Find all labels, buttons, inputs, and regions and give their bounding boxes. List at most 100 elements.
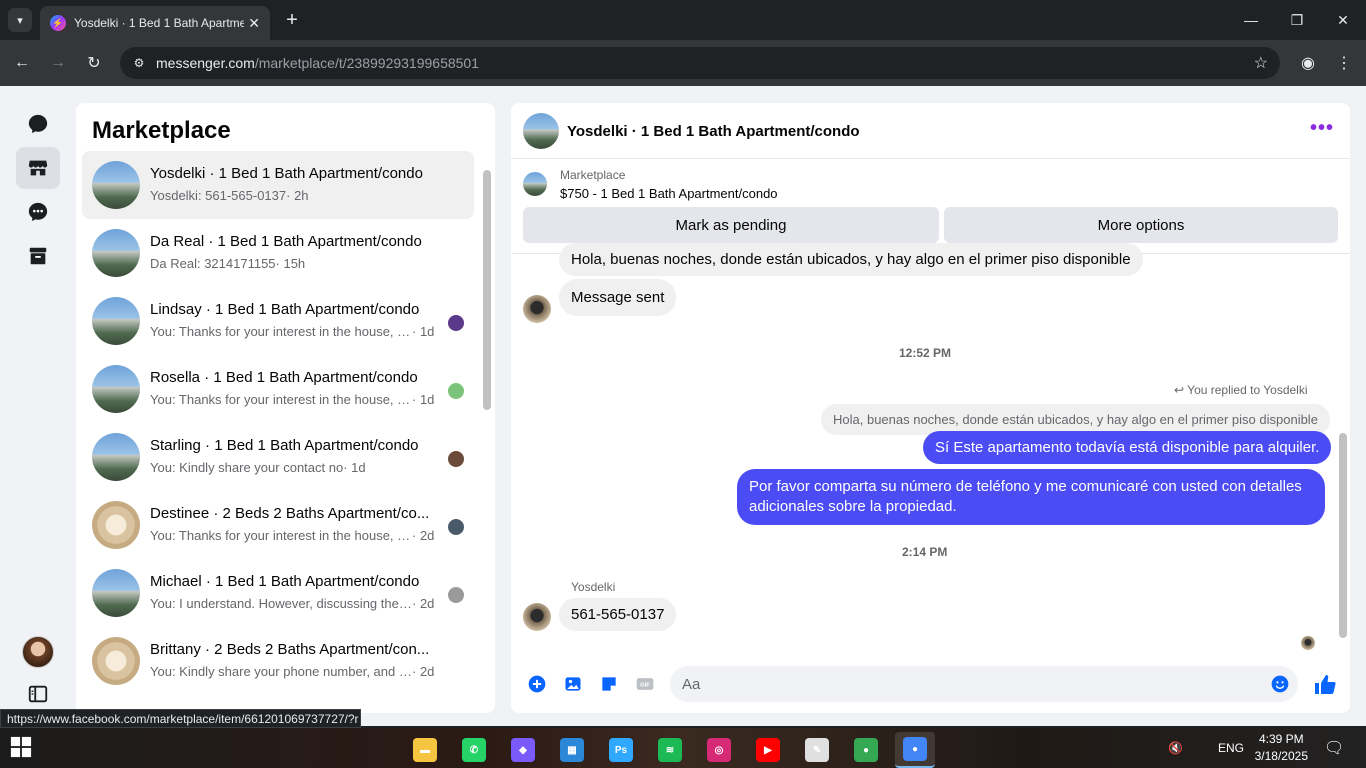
timestamp: 12:52 PM: [899, 346, 952, 360]
site-info-icon[interactable]: ⚙: [126, 56, 152, 70]
emoji-icon[interactable]: [1269, 673, 1291, 695]
svg-text:GIF: GIF: [640, 683, 650, 689]
outgoing-message: Por favor comparta su número de teléfono…: [737, 469, 1325, 525]
file-explorer-glyph: ▬: [413, 738, 437, 762]
gif-icon[interactable]: GIF: [634, 673, 656, 695]
copilot-icon[interactable]: ◆: [503, 732, 543, 768]
window-close-button[interactable]: ✕: [1320, 0, 1366, 40]
chats-icon[interactable]: [16, 103, 60, 145]
conversation-name: Da Real · 1 Bed 1 Bath Apartment/condo: [150, 233, 422, 250]
chat-avatar[interactable]: [523, 113, 559, 149]
conversation-preview: Da Real: 3214171155 · 15h: [150, 256, 306, 271]
conversation-avatar: [92, 569, 140, 617]
paint-icon[interactable]: ✎: [797, 732, 837, 768]
message-input[interactable]: [670, 666, 1298, 702]
url-text: messenger.com/marketplace/t/238992931996…: [156, 55, 480, 71]
reload-button[interactable]: ↻: [82, 51, 106, 75]
tab-title: Yosdelki · 1 Bed 1 Bath Apartme: [74, 16, 244, 30]
close-icon[interactable]: ✕: [248, 15, 260, 32]
conversation-item[interactable]: Brittany · 2 Beds 2 Baths Apartment/con.…: [82, 627, 474, 695]
seen-avatar: [448, 451, 464, 467]
conversation-avatar: [92, 433, 140, 481]
chrome-icon[interactable]: ●: [846, 732, 886, 768]
messenger-icon: ⚡: [50, 15, 66, 31]
windows-start-icon[interactable]: [10, 736, 34, 760]
conversation-item[interactable]: Da Real · 1 Bed 1 Bath Apartment/condo Da…: [82, 219, 474, 287]
archive-icon[interactable]: [16, 235, 60, 277]
profile-icon[interactable]: ◉: [1296, 51, 1320, 75]
file-explorer-icon[interactable]: ▬: [405, 732, 445, 768]
photo-icon[interactable]: [562, 673, 584, 695]
chat-header: Yosdelki · 1 Bed 1 Bath Apartment/condo …: [511, 103, 1350, 159]
copilot-glyph: ◆: [511, 738, 535, 762]
conversation-item[interactable]: Destinee · 2 Beds 2 Baths Apartment/co..…: [82, 491, 474, 559]
mark-pending-button[interactable]: Mark as pending: [523, 207, 939, 243]
seen-avatar: [448, 587, 464, 603]
volume-icon[interactable]: 🔇: [1168, 728, 1183, 768]
language-indicator[interactable]: ENG: [1218, 728, 1244, 768]
chat-scrollbar-thumb[interactable]: [1339, 433, 1347, 638]
conversation-time: · 2d: [412, 596, 435, 611]
forward-button[interactable]: →: [46, 51, 70, 75]
marketplace-icon[interactable]: [16, 147, 60, 189]
like-icon[interactable]: [1313, 673, 1337, 697]
browser-tabbar: ▾ ⚡ Yosdelki · 1 Bed 1 Bath Apartme ✕ + …: [0, 0, 1366, 40]
conversation-avatar: [92, 637, 140, 685]
conversation-item[interactable]: Rosella · 1 Bed 1 Bath Apartment/condo Yo…: [82, 355, 474, 423]
microsoft-store-glyph: ▦: [560, 738, 584, 762]
timestamp: 2:14 PM: [902, 545, 948, 559]
conversation-preview: You: Kindly share your phone number, and…: [150, 664, 435, 679]
sender-avatar: [523, 603, 551, 631]
browser-tab[interactable]: ⚡ Yosdelki · 1 Bed 1 Bath Apartme ✕: [40, 6, 270, 40]
listing-thumbnail[interactable]: [523, 172, 547, 196]
youtube-icon[interactable]: ▶: [748, 732, 788, 768]
requests-icon[interactable]: [16, 191, 60, 233]
chrome-profile-glyph: ●: [903, 737, 927, 761]
messenger-page: Marketplace Yosdelki · 1 Bed 1 Bath Apar…: [0, 86, 1366, 726]
photoshop-icon[interactable]: Ps: [601, 732, 641, 768]
whatsapp-icon[interactable]: ✆: [454, 732, 494, 768]
tab-search-button[interactable]: ▾: [8, 8, 32, 32]
chrome-glyph: ●: [854, 738, 878, 762]
restore-button[interactable]: ❐: [1274, 0, 1320, 40]
conversation-preview: Yosdelki: 561-565-0137 · 2h: [150, 188, 309, 203]
sidebar-title: Marketplace: [92, 117, 231, 144]
bookmark-star-icon[interactable]: ☆: [1254, 53, 1268, 73]
conversation-item[interactable]: Yosdelki · 1 Bed 1 Bath Apartment/condo Y…: [82, 151, 474, 219]
conversation-avatar: [92, 365, 140, 413]
seen-avatar: [448, 519, 464, 535]
spotify-glyph: ≋: [658, 738, 682, 762]
sticker-icon[interactable]: [598, 673, 620, 695]
chat-panel: Yosdelki · 1 Bed 1 Bath Apartment/condo …: [511, 103, 1350, 713]
taskbar-clock[interactable]: 4:39 PM 3/18/2025: [1255, 731, 1308, 765]
instagram-icon[interactable]: ◎: [699, 732, 739, 768]
sender-name: Yosdelki: [571, 580, 616, 594]
conversation-list: Yosdelki · 1 Bed 1 Bath Apartment/condo Y…: [82, 151, 474, 695]
more-options-button[interactable]: More options: [944, 207, 1338, 243]
sidebar-scrollbar-thumb[interactable]: [483, 170, 491, 410]
notifications-icon[interactable]: 🗨: [1324, 728, 1344, 768]
conversation-item[interactable]: Michael · 1 Bed 1 Bath Apartment/condo Yo…: [82, 559, 474, 627]
more-icon[interactable]: •••: [1310, 117, 1334, 140]
conversation-avatar: [92, 501, 140, 549]
minimize-button[interactable]: —: [1228, 0, 1274, 40]
plus-icon[interactable]: [526, 673, 548, 695]
spotify-icon[interactable]: ≋: [650, 732, 690, 768]
listing-title[interactable]: $750 - 1 Bed 1 Bath Apartment/condo: [560, 186, 778, 201]
browser-menu-icon[interactable]: ⋮: [1332, 51, 1356, 75]
microsoft-store-icon[interactable]: ▦: [552, 732, 592, 768]
chat-title[interactable]: Yosdelki · 1 Bed 1 Bath Apartment/condo: [567, 123, 860, 140]
conversation-item[interactable]: Lindsay · 1 Bed 1 Bath Apartment/condo Yo…: [82, 287, 474, 355]
paint-glyph: ✎: [805, 738, 829, 762]
read-receipt-avatar: [1301, 636, 1315, 650]
new-tab-button[interactable]: +: [280, 8, 304, 32]
reply-indicator: ↩ You replied to Yosdelki: [1174, 383, 1308, 397]
conversation-avatar: [92, 297, 140, 345]
user-avatar[interactable]: [22, 636, 54, 668]
address-bar[interactable]: ⚙ messenger.com/marketplace/t/2389929319…: [120, 47, 1280, 79]
back-button[interactable]: ←: [10, 51, 34, 75]
conversation-time: · 2d: [412, 664, 435, 679]
conversation-preview: You: Thanks for your interest in the hou…: [150, 528, 435, 543]
conversation-item[interactable]: Starling · 1 Bed 1 Bath Apartment/condo Y…: [82, 423, 474, 491]
chrome-profile-icon[interactable]: ●: [895, 732, 935, 768]
